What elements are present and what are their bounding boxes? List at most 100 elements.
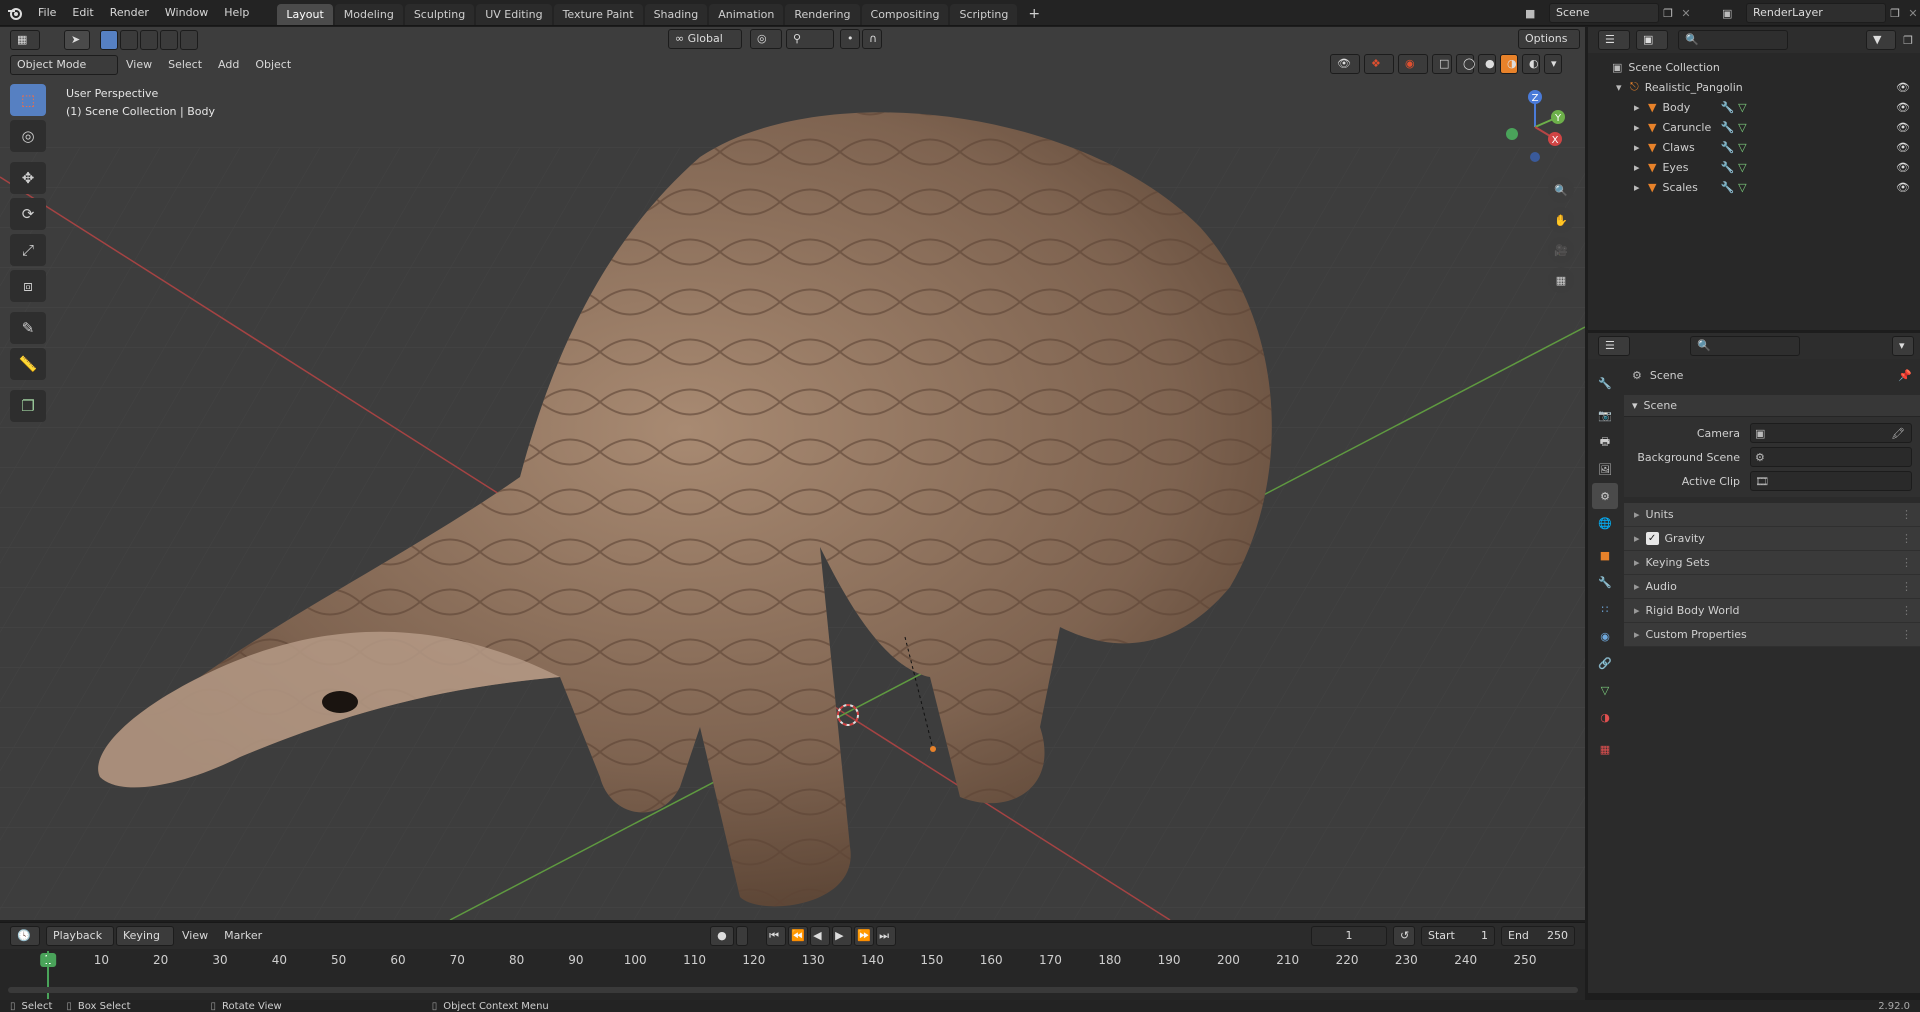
timeline-view-menu[interactable]: View (174, 925, 216, 947)
timeline-editor-icon[interactable]: 🕓 (10, 926, 40, 946)
timeline-ruler[interactable]: 1102030405060708090100110120130140150160… (0, 949, 1585, 1001)
overlay-toggle-icon[interactable]: ◉ (1398, 54, 1428, 74)
keying-sets-subpanel[interactable]: ▸ Keying Sets ⋮ (1624, 551, 1920, 575)
world-tab-icon[interactable]: 🌐 (1592, 510, 1618, 536)
measure-tool[interactable]: 📏 (10, 348, 46, 380)
outliner-search-input[interactable]: 🔍 (1678, 30, 1788, 50)
modifier-tab-icon[interactable]: 🔧 (1592, 569, 1618, 595)
audio-subpanel[interactable]: ▸ Audio ⋮ (1624, 575, 1920, 599)
mesh-data-icon[interactable]: ▽ (1738, 121, 1746, 134)
modifier-icon[interactable]: 🔧 (1720, 101, 1734, 114)
ortho-grid-icon[interactable]: ▦ (1548, 267, 1574, 293)
object-mode-dropdown[interactable]: Object Mode (10, 55, 118, 75)
expand-icon[interactable]: ▸ (1634, 121, 1648, 134)
menu-add[interactable]: Add (210, 54, 247, 76)
expand-icon[interactable]: ▸ (1634, 101, 1648, 114)
data-tab-icon[interactable]: ▽ (1592, 677, 1618, 703)
mesh-data-icon[interactable]: ▽ (1738, 161, 1746, 174)
new-layer-icon[interactable]: ❐ (1886, 7, 1904, 20)
view-layer-selector[interactable]: ▣ RenderLayer ❐ ✕ (1722, 3, 1920, 23)
menu-window[interactable]: Window (157, 0, 216, 26)
wireframe-shading-icon[interactable]: ◯ (1456, 54, 1475, 74)
record-options-icon[interactable] (736, 926, 749, 946)
tab-rendering[interactable]: Rendering (785, 3, 860, 25)
tab-animation[interactable]: Animation (709, 3, 784, 25)
select-mode-icon[interactable]: ➤ (64, 30, 90, 50)
options-dropdown[interactable]: Options (1518, 29, 1580, 49)
proportional-edit-icon[interactable]: • (840, 29, 860, 49)
outliner-editor-icon[interactable]: ☰ (1598, 30, 1630, 50)
material-tab-icon[interactable]: ◑ (1592, 704, 1618, 730)
properties-options-icon[interactable]: ▾ (1892, 336, 1914, 356)
scene-selector[interactable]: ■ Scene ❐ ✕ (1525, 3, 1695, 23)
expand-icon[interactable]: ▸ (1634, 161, 1648, 174)
scene-collection-row[interactable]: ▣ Scene Collection (1588, 57, 1920, 77)
gravity-checkbox[interactable]: ✓ (1645, 532, 1659, 545)
properties-editor-icon[interactable]: ☰ (1598, 336, 1630, 356)
view-layer-tab-icon[interactable]: 🖼 (1592, 456, 1618, 482)
particles-tab-icon[interactable]: ∷ (1592, 596, 1618, 622)
current-frame-field[interactable]: 1 (1311, 926, 1387, 946)
modifier-icon[interactable]: 🔧 (1720, 161, 1734, 174)
menu-render[interactable]: Render (102, 0, 157, 26)
tab-compositing[interactable]: Compositing (861, 3, 949, 25)
cursor-tool[interactable]: ◎ (10, 120, 46, 152)
visibility-eye-icon[interactable]: 👁 (1896, 141, 1910, 154)
collection-row[interactable]: ▾ ⎋ Realistic_Pangolin 👁 (1588, 77, 1920, 97)
preview-range-icon[interactable]: ↺ (1393, 926, 1415, 946)
jump-end-icon[interactable]: ⏭ (876, 926, 897, 946)
menu-object[interactable]: Object (247, 54, 299, 76)
rendered-shading-icon[interactable]: ◐ (1522, 54, 1540, 74)
outliner-object-row[interactable]: ▸ ▼ Caruncle 🔧 ▽ 👁 (1588, 117, 1920, 137)
3d-viewport[interactable]: ▦ ➤ ∞ Global ◎ ⚲ • ∩ Options Object Mode… (0, 27, 1585, 920)
tab-sculpting[interactable]: Sculpting (404, 3, 475, 25)
camera-field[interactable]: ▣ 🖍 (1750, 423, 1912, 443)
drag-handle-icon[interactable]: ⋮ (1901, 508, 1912, 521)
tool-tab-icon[interactable]: 🔧 (1592, 370, 1618, 396)
background-scene-field[interactable]: ⚙ (1750, 447, 1912, 467)
rotate-tool[interactable]: ⟳ (10, 198, 46, 230)
select-extend-icon[interactable] (120, 30, 138, 50)
annotate-tool[interactable]: ✎ (10, 312, 46, 344)
constraints-tab-icon[interactable]: 🔗 (1592, 650, 1618, 676)
xray-toggle-icon[interactable]: □ (1432, 54, 1452, 74)
end-frame-field[interactable]: End 250 (1501, 926, 1575, 946)
units-subpanel[interactable]: ▸ Units ⋮ (1624, 503, 1920, 527)
timeline-marker-menu[interactable]: Marker (216, 925, 270, 947)
editor-type-icon[interactable]: ▦ (10, 30, 40, 50)
pivot-dropdown[interactable]: ◎ (750, 29, 782, 49)
eyedropper-icon[interactable]: 🖍 (1891, 427, 1905, 440)
drag-handle-icon[interactable]: ⋮ (1901, 580, 1912, 593)
output-tab-icon[interactable]: 🖶 (1592, 429, 1618, 455)
select-box-tool[interactable]: ⬚ (10, 84, 46, 116)
transform-tool[interactable]: ⧈ (10, 270, 46, 302)
drag-handle-icon[interactable]: ⋮ (1901, 556, 1912, 569)
select-invert-icon[interactable] (160, 30, 178, 50)
custom-properties-subpanel[interactable]: ▸ Custom Properties ⋮ (1624, 623, 1920, 647)
pan-hand-icon[interactable]: ✋ (1548, 207, 1574, 233)
scene-tab-icon[interactable]: ⚙ (1592, 483, 1618, 509)
render-layer-field[interactable]: RenderLayer (1746, 3, 1886, 23)
outliner-object-row[interactable]: ▸ ▼ Scales 🔧 ▽ 👁 (1588, 177, 1920, 197)
visibility-eye-icon[interactable]: 👁 (1896, 81, 1910, 94)
visibility-eye-icon[interactable]: 👁 (1896, 121, 1910, 134)
play-reverse-icon[interactable]: ◀ (810, 926, 831, 946)
gizmo-toggle-icon[interactable]: ❖ (1364, 54, 1394, 74)
drag-handle-icon[interactable]: ⋮ (1901, 628, 1912, 641)
delete-scene-icon[interactable]: ✕ (1677, 7, 1695, 20)
viewport-scene[interactable] (0, 27, 1585, 920)
drag-handle-icon[interactable]: ⋮ (1901, 604, 1912, 617)
visibility-icon[interactable]: 👁 (1330, 54, 1360, 74)
menu-help[interactable]: Help (216, 0, 257, 26)
select-subtract-icon[interactable] (140, 30, 158, 50)
expand-icon[interactable]: ▸ (1634, 181, 1648, 194)
tab-layout[interactable]: Layout (277, 3, 333, 25)
tab-texture-paint[interactable]: Texture Paint (553, 3, 643, 25)
move-tool[interactable]: ✥ (10, 162, 46, 194)
menu-edit[interactable]: Edit (64, 0, 101, 26)
playback-dropdown[interactable]: Playback (46, 926, 114, 946)
prev-keyframe-icon[interactable]: ⏪ (788, 926, 809, 946)
mesh-data-icon[interactable]: ▽ (1738, 141, 1746, 154)
falloff-icon[interactable]: ∩ (862, 29, 882, 49)
tab-scripting[interactable]: Scripting (950, 3, 1018, 25)
